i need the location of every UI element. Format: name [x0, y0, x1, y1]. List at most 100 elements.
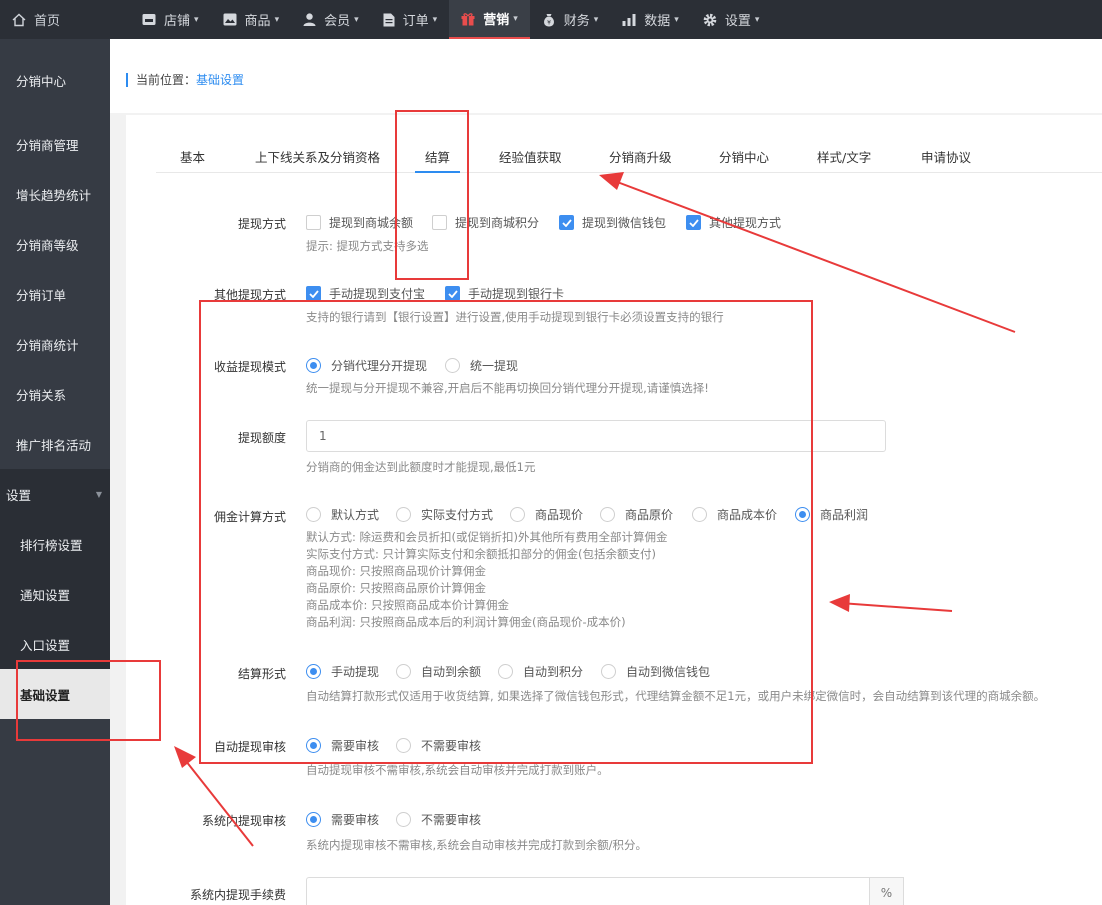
- checkbox-box-checked[interactable]: [686, 215, 701, 230]
- tab-experience[interactable]: 经验值获取: [499, 147, 562, 173]
- income-mode-hint: 统一提现与分开提现不兼容,开启后不能再切换回分销代理分开提现,请谨慎选择!: [306, 381, 709, 395]
- nav-finance[interactable]: ¥ 财务 ▾: [530, 0, 611, 39]
- radio-dot-selected[interactable]: [306, 358, 321, 373]
- sidebar-item-ranking-settings[interactable]: 排行榜设置: [0, 519, 110, 569]
- radio-dot[interactable]: [306, 507, 321, 522]
- sidebar-item-growth-trend[interactable]: 增长趋势统计: [0, 169, 110, 219]
- radio-inner-no-audit[interactable]: 不需要审核: [396, 811, 481, 828]
- tab-center[interactable]: 分销中心: [719, 147, 769, 173]
- checkbox-label: 提现到商城积分: [455, 216, 540, 230]
- checkbox-box[interactable]: [432, 215, 447, 230]
- limit-label: 提现额度: [237, 431, 286, 445]
- home-link[interactable]: 首页: [0, 0, 110, 39]
- radio-dot[interactable]: [445, 358, 460, 373]
- radio-dot-selected[interactable]: [306, 664, 321, 679]
- radio-label: 自动到余额: [421, 665, 482, 679]
- inner-fee-label: 系统内提现手续费: [189, 888, 286, 902]
- radio-inner-need-audit[interactable]: 需要审核: [306, 811, 379, 828]
- checkbox-box-checked[interactable]: [445, 286, 460, 301]
- radio-dot[interactable]: [396, 812, 411, 827]
- sidebar-group-settings[interactable]: 设置 ▼: [0, 469, 110, 519]
- nav-member[interactable]: 会员 ▾: [291, 0, 371, 39]
- income-mode-label: 收益提现模式: [213, 360, 286, 374]
- radio-dot-selected[interactable]: [795, 507, 810, 522]
- nav-order[interactable]: 订单 ▾: [371, 0, 450, 39]
- radio-label: 默认方式: [331, 508, 380, 522]
- tab-relation[interactable]: 上下线关系及分销资格: [255, 147, 380, 173]
- inner-audit-label: 系统内提现审核: [201, 814, 286, 828]
- inner-fee-input[interactable]: [306, 877, 870, 905]
- sidebar-item-distributor-stats[interactable]: 分销商统计: [0, 319, 110, 369]
- tab-upgrade[interactable]: 分销商升级: [609, 147, 672, 173]
- commission-hint-line: 实际支付方式: 只计算实际支付和余额抵扣部分的佣金(包括余额支付): [306, 547, 656, 561]
- nav-store[interactable]: 店铺 ▾: [130, 0, 211, 39]
- nav-data[interactable]: 数据 ▾: [610, 0, 691, 39]
- radio-auto-need-audit[interactable]: 需要审核: [306, 737, 379, 754]
- chevron-down-icon: ▾: [354, 14, 359, 25]
- breadcrumb-current[interactable]: 基础设置: [196, 73, 244, 87]
- sidebar-title[interactable]: 分销中心: [0, 55, 110, 105]
- sidebar-item-distribution-order[interactable]: 分销订单: [0, 269, 110, 319]
- limit-hint: 分销商的佣金达到此额度时才能提现,最低1元: [306, 460, 536, 474]
- sidebar-item-notify-settings[interactable]: 通知设置: [0, 569, 110, 619]
- radio-current-price[interactable]: 商品现价: [510, 506, 583, 523]
- sidebar-item-distributor-level[interactable]: 分销商等级: [0, 219, 110, 269]
- radio-dot-selected[interactable]: [306, 812, 321, 827]
- radio-separate[interactable]: 分销代理分开提现: [306, 357, 427, 374]
- radio-auto-no-audit[interactable]: 不需要审核: [396, 737, 481, 754]
- radio-original-price[interactable]: 商品原价: [600, 506, 673, 523]
- radio-actual-pay[interactable]: 实际支付方式: [396, 506, 493, 523]
- nav-goods[interactable]: 商品 ▾: [211, 0, 292, 39]
- checkbox-bankcard[interactable]: 手动提现到银行卡: [445, 285, 564, 302]
- nav-goods-label: 商品: [244, 14, 271, 29]
- radio-dot[interactable]: [396, 664, 411, 679]
- sidebar-item-promotion-ranking[interactable]: 推广排名活动: [0, 419, 110, 469]
- radio-manual[interactable]: 手动提现: [306, 663, 379, 680]
- checkbox-balance[interactable]: 提现到商城余额: [306, 214, 413, 231]
- radio-auto-balance[interactable]: 自动到余额: [396, 663, 481, 680]
- radio-profit[interactable]: 商品利润: [795, 506, 868, 523]
- radio-cost-price[interactable]: 商品成本价: [692, 506, 777, 523]
- radio-dot-selected[interactable]: [306, 738, 321, 753]
- breadcrumb-prefix: 当前位置：: [136, 73, 197, 87]
- radio-auto-points[interactable]: 自动到积分: [498, 663, 583, 680]
- tab-agreement[interactable]: 申请协议: [921, 147, 971, 173]
- sidebar-item-basic-settings[interactable]: 基础设置: [0, 669, 110, 719]
- sidebar: 分销中心 分销商管理 增长趋势统计 分销商等级 分销订单 分销商统计 分销关系 …: [0, 39, 110, 905]
- nav-settings[interactable]: 设置 ▾: [691, 0, 772, 39]
- checkbox-box-checked[interactable]: [306, 286, 321, 301]
- check-icon: [447, 289, 458, 298]
- radio-dot[interactable]: [510, 507, 525, 522]
- money-bag-icon: ¥: [542, 13, 556, 27]
- checkbox-wechat[interactable]: 提现到微信钱包: [559, 214, 666, 231]
- checkbox-alipay[interactable]: 手动提现到支付宝: [306, 285, 425, 302]
- checkbox-box[interactable]: [306, 215, 321, 230]
- sidebar-item-distribution-relation[interactable]: 分销关系: [0, 369, 110, 419]
- radio-unified[interactable]: 统一提现: [445, 357, 518, 374]
- radio-default[interactable]: 默认方式: [306, 506, 379, 523]
- commission-label: 佣金计算方式: [213, 510, 286, 524]
- checkbox-points[interactable]: 提现到商城积分: [432, 214, 539, 231]
- radio-auto-wechat[interactable]: 自动到微信钱包: [601, 663, 710, 680]
- radio-dot[interactable]: [692, 507, 707, 522]
- tab-settlement[interactable]: 结算: [415, 147, 460, 173]
- settle-form-hint: 自动结算打款形式仅适用于收货结算, 如果选择了微信钱包形式，代理结算金额不足1元…: [306, 689, 1046, 703]
- sidebar-group-label: 设置: [6, 487, 32, 503]
- inner-audit-hint: 系统内提现审核不需审核,系统会自动审核并完成打款到余额/积分。: [306, 838, 648, 852]
- tab-basic[interactable]: 基本: [180, 147, 205, 173]
- sidebar-item-distributor-manage[interactable]: 分销商管理: [0, 119, 110, 169]
- nav-marketing[interactable]: 营销 ▾: [449, 0, 530, 39]
- checkbox-box-checked[interactable]: [559, 215, 574, 230]
- limit-input[interactable]: 1: [306, 420, 886, 452]
- radio-dot[interactable]: [396, 738, 411, 753]
- checkbox-other[interactable]: 其他提现方式: [686, 214, 781, 231]
- sidebar-item-entry-settings[interactable]: 入口设置: [0, 619, 110, 669]
- gift-icon: [461, 12, 475, 26]
- radio-dot[interactable]: [396, 507, 411, 522]
- tab-style-text[interactable]: 样式/文字: [817, 147, 871, 173]
- caret-down-icon: ▼: [95, 489, 102, 499]
- radio-dot[interactable]: [498, 664, 513, 679]
- radio-dot[interactable]: [600, 507, 615, 522]
- radio-dot[interactable]: [601, 664, 616, 679]
- nav-order-label: 订单: [402, 14, 429, 29]
